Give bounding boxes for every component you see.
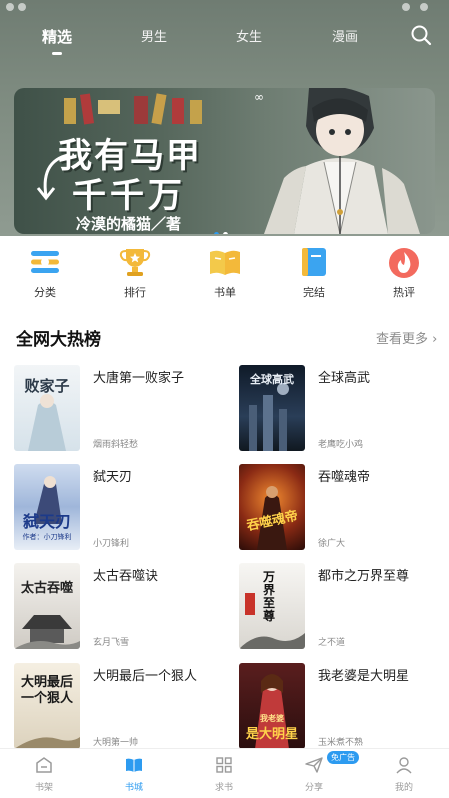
book-cover: 败家子 [14,365,80,451]
bottom-navigation: 书架 书城 求书 分享 免广告 我的 [0,748,449,798]
status-icon [18,3,26,11]
category-classify[interactable]: 分类 [15,244,75,300]
banner-character-illustration [264,88,420,234]
book-author: 老鹰吃小鸡 [318,440,364,450]
nav-label: 书城 [124,783,143,793]
banner-author: 冷漠的橘猫／著 [76,215,182,233]
book-title: 都市之万界至尊 [318,569,410,584]
open-book-icon [124,755,144,775]
nav-label: 求书 [214,783,233,793]
book-cover: 大明最后一个狠人 [14,663,80,749]
book-item[interactable]: 弑天刃 作者：小刀锋利 弑天刃 小刀锋利 [14,464,214,554]
book-author: 玄月飞雪 [93,638,130,648]
nav-label: 书架 [34,783,53,793]
category-finished[interactable]: 完结 [284,244,344,300]
book-item[interactable]: 吞噬魂帝 吞噬魂帝 徐广大 [239,464,439,554]
featured-banner[interactable]: ∞ 我有马甲 千千万 冷漠的橘猫／著 [14,88,435,234]
book-cover: 弑天刃 作者：小刀锋利 [14,464,80,550]
tab-indicator [52,52,62,55]
tab-comics[interactable]: 漫画 [332,26,358,45]
book-cover: 我老婆 是大明星 [239,663,305,749]
book-title: 全球高武 [318,371,371,386]
banner-pagination [214,222,232,234]
tab-female[interactable]: 女生 [236,26,262,45]
book-item[interactable]: 大明最后一个狠人 大明最后一个狠人 大明第一帅 [14,663,214,753]
nav-label: 分享 [304,783,323,793]
status-icon [402,3,410,11]
book-title: 我老婆是大明星 [318,669,410,684]
category-label: 书单 [214,286,236,299]
nav-request-book[interactable]: 求书 [199,755,249,793]
category-label: 排行 [124,286,146,299]
category-row: 分类 排行 书单 完结 热评 [0,244,449,306]
book-title: 吞噬魂帝 [318,470,371,485]
top-tab-bar: 精选 男生 女生 漫画 [0,22,449,55]
banner-dot[interactable] [214,232,219,234]
book-list-icon [207,244,243,280]
finished-book-icon [296,244,332,280]
category-icon [27,244,63,280]
flame-icon [386,244,422,280]
nav-bookshelf[interactable]: 书架 [19,755,69,793]
status-icon [420,3,428,11]
tab-featured[interactable]: 精选 [42,26,72,47]
status-bar [0,0,449,20]
nav-label: 我的 [394,783,413,793]
book-title: 大唐第一败家子 [93,371,185,386]
book-cover: 万界至尊 [239,563,305,649]
ad-free-badge: 免广告 [327,751,359,764]
section-title: 全网大热榜 [16,330,101,350]
trophy-icon [117,244,153,280]
grid-icon [214,755,234,775]
nav-profile[interactable]: 我的 [379,755,429,793]
book-author: 徐广大 [318,539,346,549]
status-icon [6,3,14,11]
book-cover: 太古吞噬 [14,563,80,649]
category-ranking[interactable]: 排行 [105,244,165,300]
book-author: 大明第一帅 [93,738,139,748]
send-icon [304,755,324,775]
category-hot-review[interactable]: 热评 [374,244,434,300]
book-title: 太古吞噬诀 [93,569,159,584]
book-author: 烟雨斜轻愁 [93,440,139,450]
category-label: 分类 [34,286,56,299]
book-item[interactable]: 我老婆 是大明星 我老婆是大明星 玉米煮不熟 [239,663,439,753]
book-cover: 吞噬魂帝 [239,464,305,550]
banner-decoration [64,93,202,125]
book-item[interactable]: 败家子 大唐第一败家子 烟雨斜轻愁 [14,365,214,455]
tab-male[interactable]: 男生 [141,26,167,45]
view-more-label: 查看更多 [376,332,429,347]
book-cover: 全球高武 [239,365,305,451]
cover-subtitle: 作者：小刀锋利 [22,533,72,541]
chevron-right-icon: › [432,332,438,347]
nav-bookstore[interactable]: 书城 [109,755,159,793]
cover-title: 是大明星 [245,727,298,742]
book-author: 之不道 [318,638,346,648]
book-author: 玉米煮不熟 [318,738,364,748]
banner-title-line2: 千千万 [72,176,186,216]
category-label: 热评 [393,286,415,299]
category-booklist[interactable]: 书单 [195,244,255,300]
book-item[interactable]: 全球高武 全球高武 老鹰吃小鸡 [239,365,439,455]
search-icon[interactable] [410,24,432,46]
book-title: 大明最后一个狠人 [93,669,198,684]
category-label: 完结 [303,286,325,299]
book-item[interactable]: 太古吞噬 太古吞噬诀 玄月飞雪 [14,563,214,653]
book-author: 小刀锋利 [93,539,130,549]
book-item[interactable]: 万界至尊 都市之万界至尊 之不道 [239,563,439,653]
bookshelf-icon [34,755,54,775]
view-more-link[interactable]: 查看更多 › [376,328,437,347]
book-title: 弑天刃 [93,470,133,485]
profile-icon [394,755,414,775]
cover-title: 弑天刃 [22,512,71,531]
banner-dot[interactable] [223,232,228,234]
